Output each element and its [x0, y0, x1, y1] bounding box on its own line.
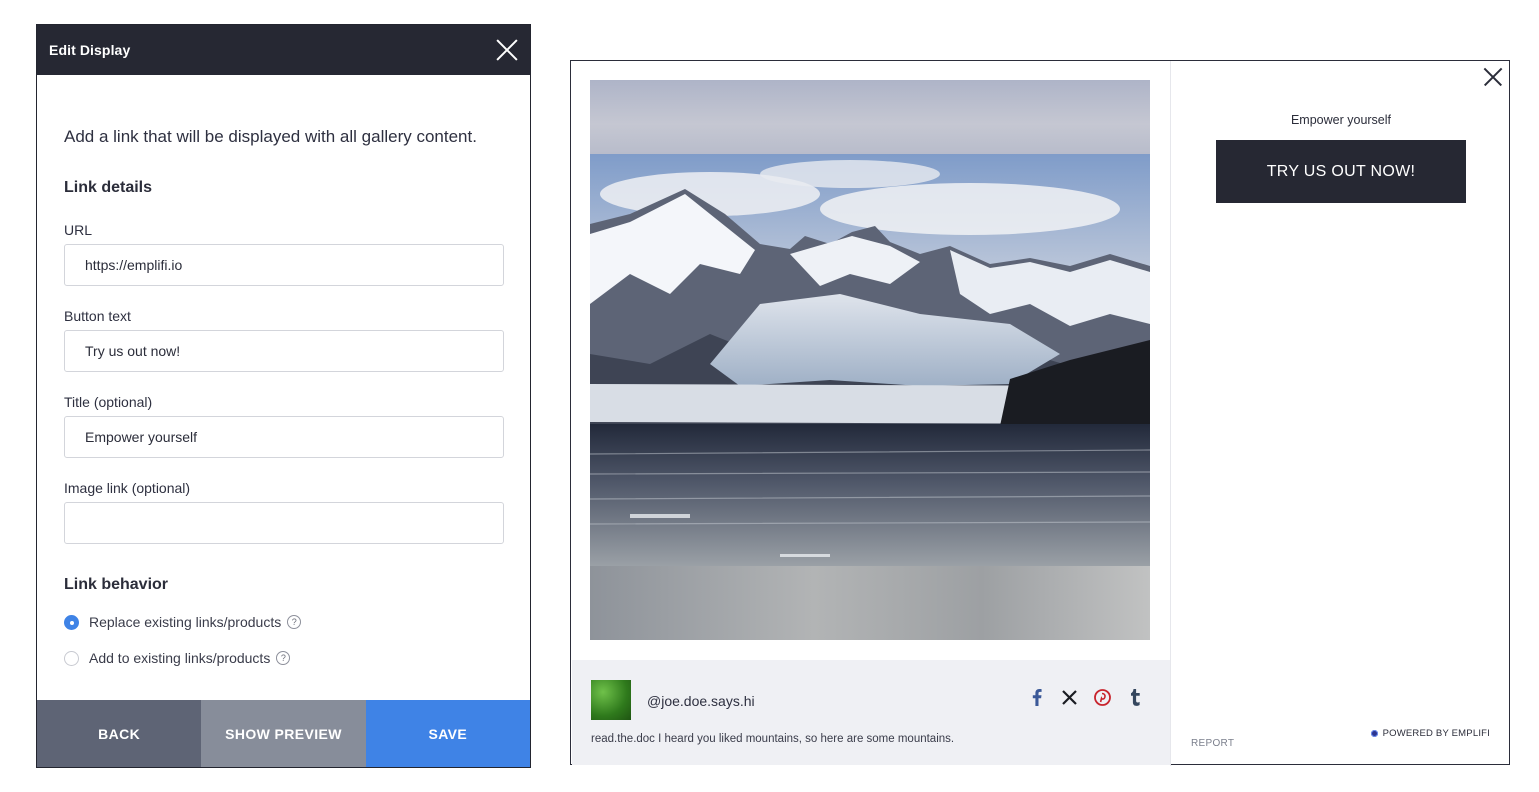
radio-add[interactable]	[64, 650, 79, 666]
cta-title: Empower yourself	[1290, 113, 1392, 127]
share-icons	[1028, 689, 1144, 706]
title-label: Title (optional)	[64, 394, 153, 410]
powered-by-label: POWERED BY EMPLIFI	[1382, 728, 1490, 739]
close-icon[interactable]	[496, 39, 518, 61]
close-icon[interactable]	[1483, 67, 1503, 87]
facebook-icon[interactable]	[1028, 689, 1045, 706]
cta-button[interactable]: TRY US OUT NOW!	[1216, 140, 1466, 203]
media-blur-bottom	[590, 566, 1150, 640]
panel-title: Edit Display	[49, 42, 131, 58]
post-author-handle[interactable]: @joe.doe.says.hi	[647, 693, 755, 709]
panel-body: Add a link that will be displayed with a…	[37, 127, 530, 666]
intro-text: Add a link that will be displayed with a…	[64, 127, 477, 146]
panel-header: Edit Display	[37, 25, 530, 75]
post-meta: @joe.doe.says.hi read.the.doc I heard yo…	[572, 660, 1170, 765]
post-caption: read.the.doc I heard you liked mountains…	[591, 733, 955, 745]
pinterest-icon[interactable]	[1094, 689, 1111, 706]
url-label: URL	[64, 222, 93, 238]
emplifi-logo-icon	[1370, 730, 1378, 737]
button-text-label: Button text	[64, 308, 131, 324]
post-media[interactable]	[590, 80, 1150, 640]
save-button[interactable]: SAVE	[365, 700, 530, 767]
media-blur-top	[590, 80, 1150, 154]
radio-replace[interactable]	[64, 614, 79, 630]
powered-by[interactable]: POWERED BY EMPLIFI	[1370, 728, 1490, 739]
behavior-option-replace[interactable]: Replace existing links/products ?	[64, 614, 503, 630]
url-input[interactable]	[64, 244, 504, 286]
avatar[interactable]	[591, 680, 631, 720]
button-text-input[interactable]	[64, 330, 504, 372]
preview-modal: @joe.doe.says.hi read.the.doc I heard yo…	[570, 60, 1510, 766]
image-link-input[interactable]	[64, 502, 504, 544]
x-icon[interactable]	[1061, 689, 1078, 706]
title-input[interactable]	[64, 416, 504, 458]
link-details-heading: Link details	[64, 179, 153, 196]
report-link[interactable]: REPORT	[1191, 738, 1234, 749]
show-preview-button[interactable]: SHOW PREVIEW	[201, 700, 366, 767]
behavior-option-label: Add to existing links/products	[89, 650, 271, 666]
divider	[1170, 61, 1171, 766]
behavior-option-add[interactable]: Add to existing links/products ?	[64, 650, 503, 666]
behavior-option-label: Replace existing links/products	[89, 614, 282, 630]
image-link-label: Image link (optional)	[64, 480, 191, 496]
edit-display-panel: Edit Display Add a link that will be dis…	[36, 24, 531, 768]
help-icon[interactable]: ?	[287, 615, 302, 629]
mountain-photo	[590, 154, 1150, 566]
panel-footer: BACK SHOW PREVIEW SAVE	[37, 700, 530, 767]
tumblr-icon[interactable]	[1127, 689, 1144, 706]
back-button[interactable]: BACK	[37, 700, 202, 767]
link-behavior-heading: Link behavior	[64, 576, 169, 593]
help-icon[interactable]: ?	[276, 651, 291, 665]
